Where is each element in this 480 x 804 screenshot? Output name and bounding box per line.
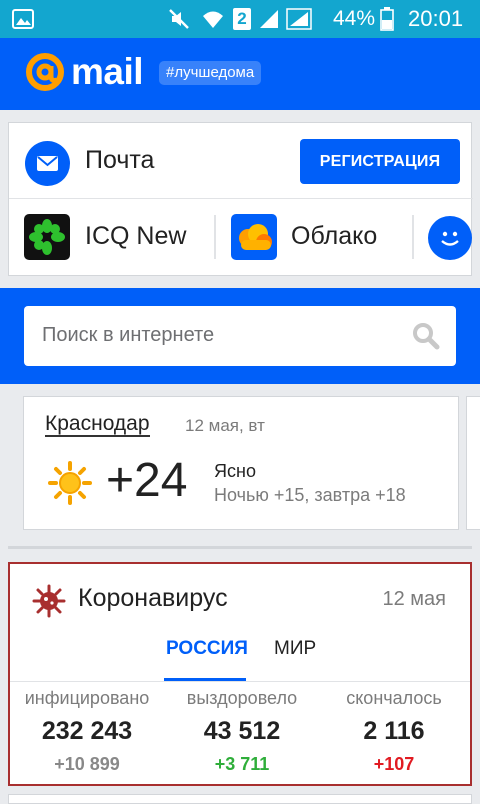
cloud-service-label[interactable]: Облако xyxy=(291,222,377,251)
service-separator xyxy=(412,215,414,259)
status-bar: 2 44% 20:01 xyxy=(0,0,480,38)
battery-icon xyxy=(380,0,394,38)
smiley-icon[interactable] xyxy=(428,216,472,260)
virus-icon xyxy=(32,584,66,623)
at-sign-icon xyxy=(26,53,64,91)
search-icon[interactable] xyxy=(412,322,440,355)
gallery-notification-icon xyxy=(12,0,34,38)
search-placeholder: Поиск в интернете xyxy=(42,324,215,346)
stat-label: инфицировано xyxy=(24,688,150,708)
weather-card[interactable]: Краснодар 12 мая, вт +24 Ясно Ночью +15,… xyxy=(23,396,459,530)
service-separator xyxy=(214,215,216,259)
mail-envelope-icon[interactable] xyxy=(25,141,70,186)
stat-value: 43 512 xyxy=(203,717,281,745)
sun-icon xyxy=(48,461,92,510)
coronavirus-date: 12 мая xyxy=(382,588,446,610)
tab-russia[interactable]: РОССИЯ xyxy=(166,638,248,660)
wifi-icon xyxy=(202,0,224,38)
signal-2-icon xyxy=(286,0,312,38)
stat-value: 2 116 xyxy=(363,717,425,745)
stat-label: скончалось xyxy=(346,688,442,708)
clock: 20:01 xyxy=(408,6,464,31)
hashtag-badge[interactable]: #лучшедома xyxy=(159,61,262,85)
stat-label: выздоровело xyxy=(186,688,298,708)
services-divider xyxy=(9,198,473,199)
icq-flower-icon[interactable] xyxy=(24,214,70,260)
stat-delta: +10 899 xyxy=(54,754,120,774)
coronavirus-title: Коронавирус xyxy=(78,584,228,612)
services-card: Почта РЕГИСТРАЦИЯ ICQ New Облако xyxy=(8,122,473,276)
stat-recovered: выздоровело 43 512 +3 711 xyxy=(165,688,319,775)
stat-deaths: скончалось 2 116 +107 xyxy=(317,688,471,775)
icq-service-label[interactable]: ICQ New xyxy=(85,222,186,251)
mail-service-label[interactable]: Почта xyxy=(85,146,154,175)
stat-value: 232 243 xyxy=(41,717,133,745)
mail-logo[interactable]: mail xyxy=(25,51,144,93)
register-button[interactable]: РЕГИСТРАЦИЯ xyxy=(300,139,460,184)
battery-percent: 44% xyxy=(333,7,376,30)
weather-city[interactable]: Краснодар xyxy=(45,413,150,437)
stat-delta: +107 xyxy=(373,754,415,774)
weather-temperature: +24 xyxy=(106,454,188,507)
next-card-peek[interactable] xyxy=(466,396,480,530)
weather-forecast: Ночью +15, завтра +18 xyxy=(214,485,406,505)
cloud-icon[interactable] xyxy=(231,214,277,260)
sim-badge: 2 xyxy=(233,0,251,38)
brand-wordmark: mail xyxy=(71,51,144,92)
stat-delta: +3 711 xyxy=(214,754,270,774)
search-input[interactable]: Поиск в интернете xyxy=(24,306,456,366)
mute-icon xyxy=(168,0,190,38)
signal-icon xyxy=(258,0,280,38)
weather-date: 12 мая, вт xyxy=(185,416,265,435)
next-section-peek xyxy=(8,794,472,804)
weather-condition: Ясно xyxy=(214,461,256,481)
coronavirus-card[interactable]: Коронавирус 12 мая РОССИЯ МИР инфицирова… xyxy=(8,562,472,786)
stat-infected: инфицировано 232 243 +10 899 xyxy=(10,688,164,775)
tab-world[interactable]: МИР xyxy=(274,638,316,660)
tabs-divider xyxy=(10,681,470,682)
section-divider xyxy=(8,546,472,549)
